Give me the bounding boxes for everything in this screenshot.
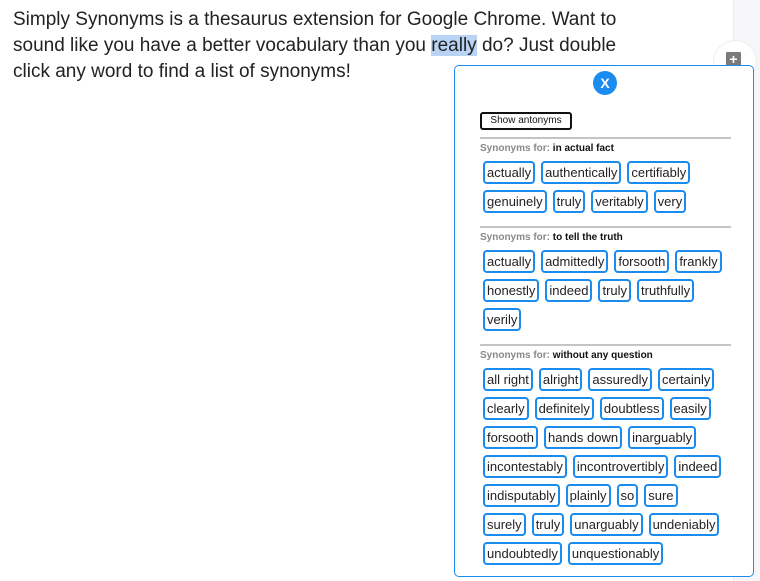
show-antonyms-button[interactable]: Show antonyms (480, 112, 572, 130)
synonym-chip[interactable]: unquestionably (567, 542, 664, 565)
synonym-chip[interactable]: actually (483, 161, 536, 184)
synonym-chip[interactable]: doubtless (599, 397, 664, 420)
synonyms-for-label: Synonyms for: (480, 232, 551, 243)
synonym-chip[interactable]: authentically (541, 161, 622, 184)
synonyms-for-label: Synonyms for: (480, 143, 551, 154)
selected-word[interactable]: really (431, 35, 477, 56)
synonym-chip[interactable]: verily (483, 308, 522, 331)
synonym-chip[interactable]: admittedly (541, 250, 609, 273)
synonym-chips: all right alright assuredly certainly clearl… (483, 368, 731, 571)
synonym-chip[interactable]: incontestably (483, 455, 567, 478)
synonym-chip[interactable]: indeed (674, 455, 722, 478)
synonym-chip[interactable]: inarguably (628, 426, 697, 449)
close-button[interactable]: X (593, 71, 617, 95)
synonym-chip[interactable]: truly (598, 279, 632, 302)
synonym-section: Synonyms for: to tell the truth actually… (480, 226, 731, 337)
synonym-chip[interactable]: clearly (483, 397, 529, 420)
synonym-chip[interactable]: frankly (675, 250, 722, 273)
synonym-chip[interactable]: alright (538, 368, 583, 391)
synonym-chip[interactable]: sure (644, 484, 678, 507)
synonym-chip[interactable]: certainly (657, 368, 715, 391)
synonym-chip[interactable]: forsooth (614, 250, 670, 273)
synonym-chip[interactable]: certifiably (627, 161, 691, 184)
synonym-chip[interactable]: incontrovertibly (572, 455, 669, 478)
synonym-chip[interactable]: truly (552, 190, 586, 213)
synonym-chip[interactable]: undeniably (648, 513, 720, 536)
section-term: to tell the truth (552, 232, 623, 243)
synonym-chip[interactable]: indeed (545, 279, 593, 302)
synonym-chip[interactable]: truthfully (637, 279, 695, 302)
synonym-chip[interactable]: hands down (543, 426, 623, 449)
synonym-chip[interactable]: indisputably (483, 484, 560, 507)
synonyms-for-label: Synonyms for: (480, 350, 551, 361)
section-term: in actual fact (552, 143, 614, 154)
synonym-chip[interactable]: surely (483, 513, 526, 536)
synonym-section: Synonyms for: in actual fact actually aut… (480, 137, 731, 219)
synonym-chips: actually admittedly forsooth frankly honestl… (483, 250, 731, 337)
synonym-chip[interactable]: veritably (591, 190, 648, 213)
synonym-chip[interactable]: genuinely (483, 190, 547, 213)
synonym-chip[interactable]: so (616, 484, 639, 507)
section-title: Synonyms for: in actual fact (480, 143, 731, 157)
section-title: Synonyms for: without any question (480, 350, 731, 364)
synonym-chip[interactable]: honestly (483, 279, 540, 302)
synonym-chip[interactable]: very (653, 190, 687, 213)
synonym-chip[interactable]: easily (669, 397, 711, 420)
synonym-chip[interactable]: plainly (565, 484, 611, 507)
synonym-chip[interactable]: definitely (534, 397, 594, 420)
synonym-chip[interactable]: forsooth (483, 426, 538, 449)
section-term: without any question (552, 350, 653, 361)
synonym-chip[interactable]: assuredly (588, 368, 652, 391)
synonym-chip[interactable]: all right (483, 368, 533, 391)
synonym-chip[interactable]: actually (483, 250, 536, 273)
synonym-chip[interactable]: unarguably (570, 513, 643, 536)
section-title: Synonyms for: to tell the truth (480, 232, 731, 246)
synonym-chip[interactable]: undoubtedly (483, 542, 562, 565)
synonym-section: Synonyms for: without any question all r… (480, 344, 731, 571)
synonym-chip[interactable]: truly (531, 513, 565, 536)
synonyms-popup: X Show antonyms Synonyms for: in actual … (454, 65, 754, 577)
synonym-chips: actually authentically certifiably genuinel… (483, 161, 731, 219)
